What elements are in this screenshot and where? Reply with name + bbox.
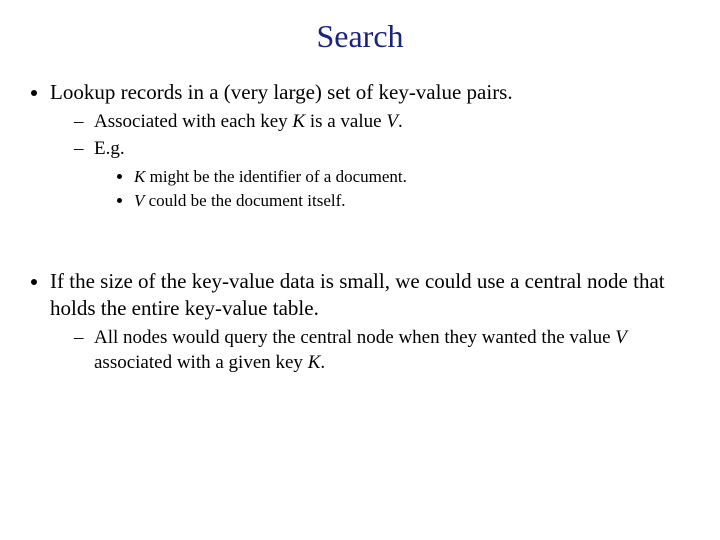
bullet-1a-k: K xyxy=(292,111,305,132)
bullet-2a: All nodes would query the central node w… xyxy=(74,326,692,375)
bullet-1a-post: . xyxy=(398,111,403,132)
bullet-1b2: V could be the document itself. xyxy=(134,190,692,212)
bullet-1a-v: V xyxy=(386,111,398,132)
bullet-1b-sublist: K might be the identifier of a document.… xyxy=(94,166,692,212)
bullet-1a-pre: Associated with each key xyxy=(94,111,292,132)
bullet-1b1: K might be the identifier of a document. xyxy=(134,166,692,188)
bullet-1b-text: E.g. xyxy=(94,138,125,159)
bullet-1-text: Lookup records in a (very large) set of … xyxy=(50,80,513,104)
bullet-1b: E.g. K might be the identifier of a docu… xyxy=(74,137,692,212)
bullet-2a-k: K xyxy=(308,352,321,373)
bullet-1-sublist: Associated with each key K is a value V.… xyxy=(50,110,692,212)
bullet-1a-mid: is a value xyxy=(305,111,386,132)
slide-title: Search xyxy=(28,18,692,55)
bullet-list-2: If the size of the key-value data is sma… xyxy=(28,268,692,376)
bullet-1: Lookup records in a (very large) set of … xyxy=(50,79,692,212)
bullet-2-text: If the size of the key-value data is sma… xyxy=(50,269,665,320)
bullet-1b1-post: might be the identifier of a document. xyxy=(145,167,407,186)
bullet-2a-post: . xyxy=(320,352,325,373)
bullet-1b2-v: V xyxy=(134,191,144,210)
bullet-list: Lookup records in a (very large) set of … xyxy=(28,79,692,212)
bullet-2a-mid: associated with a given key xyxy=(94,352,308,373)
bullet-2-sublist: All nodes would query the central node w… xyxy=(50,326,692,375)
bullet-2a-v: V xyxy=(615,327,627,348)
bullet-2a-pre: All nodes would query the central node w… xyxy=(94,327,615,348)
slide: Search Lookup records in a (very large) … xyxy=(0,0,720,540)
bullet-1b2-post: could be the document itself. xyxy=(144,191,345,210)
bullet-2: If the size of the key-value data is sma… xyxy=(50,268,692,376)
bullet-1b1-k: K xyxy=(134,167,145,186)
spacer xyxy=(28,240,692,268)
bullet-1a: Associated with each key K is a value V. xyxy=(74,110,692,135)
